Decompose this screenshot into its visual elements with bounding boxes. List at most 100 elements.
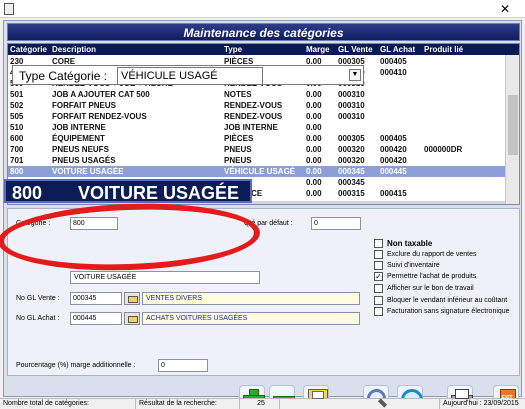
qte-label: Qté par défaut :: [244, 220, 293, 227]
exit-icon-label: EXIT: [501, 395, 513, 401]
table-cell: [380, 78, 424, 89]
gl-achat-description: ACHATS VOITURES USAGÉES: [142, 312, 360, 325]
table-cell: 000420: [380, 156, 407, 165]
table-row[interactable]: 502 FORFAIT PNEUS RENDEZ-VOUS 0.00 000310: [8, 100, 505, 111]
table-cell: 000345: [338, 167, 365, 176]
categorie-field[interactable]: 800: [70, 217, 118, 230]
chevron-down-icon[interactable]: ▼: [349, 69, 361, 81]
column-header-categorie[interactable]: Catégorie: [10, 44, 52, 55]
table-row[interactable]: 501 JOB A AJOUTER CAT 500 NOTES 0.00 000310: [8, 89, 505, 100]
table-cell: [424, 166, 504, 177]
checkbox[interactable]: [374, 296, 383, 305]
table-header: Catégorie Description Type Marge GL Vent…: [8, 44, 519, 55]
table-cell: 0.00: [306, 167, 322, 176]
table-cell: [424, 78, 504, 89]
table-cell: 0.00: [306, 156, 322, 165]
table-row[interactable]: 600 ÉQUIPEMENT PIÈCES 0.00 000305 000405: [8, 133, 505, 144]
type-categorie-dropdown[interactable]: VÉHICULE USAGÉ: [117, 67, 263, 85]
checkbox[interactable]: [374, 261, 383, 270]
scrollbar-thumb[interactable]: [508, 95, 518, 155]
table-cell: JOB A AJOUTER CAT 500: [52, 90, 150, 99]
table-cell: [424, 100, 504, 111]
table-cell: 000320: [338, 156, 365, 165]
table-cell: 000410: [380, 68, 407, 77]
vertical-scrollbar[interactable]: [505, 55, 519, 204]
table-cell: 510: [10, 123, 24, 132]
table-cell: [424, 177, 504, 188]
table-cell: [424, 56, 504, 67]
close-button[interactable]: ✕: [485, 0, 525, 18]
checkbox-label: Bloquer le vendant inférieur au coûtant: [387, 297, 508, 304]
main-window: Maintenance des catégories Catégorie Des…: [3, 20, 522, 409]
table-cell: 000405: [380, 134, 407, 143]
table-cell: [424, 188, 504, 199]
table-cell: 0.00: [306, 101, 322, 110]
table-row[interactable]: 510 JOB INTERNE JOB INTERNE 0.00: [8, 122, 505, 133]
table-cell: [424, 89, 504, 100]
table-cell: 000405: [380, 57, 407, 66]
table-cell: 700: [10, 145, 24, 154]
table-cell: JOB INTERNE: [52, 123, 106, 132]
categorie-label: Catégorie :: [16, 220, 51, 227]
table-cell: PNEUS: [224, 156, 252, 165]
table-cell: 0.00: [306, 112, 322, 121]
table-row[interactable]: 505 FORFAIT RENDEZ-VOUS RENDEZ-VOUS 0.00 000…: [8, 111, 505, 122]
table-cell: 000310: [338, 90, 365, 99]
column-header-produit-lie[interactable]: Produit lié: [424, 44, 504, 55]
table-cell: PNEUS NEUFS: [52, 145, 109, 154]
category-detail-form: Catégorie : 800 Qté par défaut : 0 VOITU…: [7, 208, 520, 376]
table-cell: [424, 111, 504, 122]
checkbox-label: Non taxable: [387, 239, 433, 248]
table-cell: 000000DR: [424, 145, 463, 154]
table-cell: NOTES: [224, 90, 252, 99]
table-row[interactable]: 800 VOITURE USAGÉE VÉHICULE USAGÉ 0.00 00034…: [8, 166, 505, 177]
table-cell: [424, 122, 504, 133]
app-icon: [4, 3, 14, 15]
table-cell: [424, 155, 504, 166]
table-cell: 600: [10, 134, 24, 143]
table-cell: 000415: [380, 189, 407, 198]
table-cell: 0.00: [306, 123, 322, 132]
table-cell: FORFAIT RENDEZ-VOUS: [52, 112, 147, 121]
table-cell: 502: [10, 101, 24, 110]
table-cell: PIÈCES: [224, 134, 254, 143]
table-row[interactable]: 701 PNEUS USAGÉS PNEUS 0.00 000320 000420: [8, 155, 505, 166]
table-cell: 000310: [338, 112, 365, 121]
table-cell: 501: [10, 90, 24, 99]
checkbox-label: Permettre l'achat de produits: [387, 273, 477, 280]
checkbox[interactable]: [374, 284, 383, 293]
table-cell: 0.00: [306, 90, 322, 99]
table-cell: 000445: [380, 167, 407, 176]
table-row[interactable]: 700 PNEUS NEUFS PNEUS 0.00 000320 000420 00000…: [8, 144, 505, 155]
checkbox[interactable]: [374, 250, 383, 259]
column-header-type[interactable]: Type: [224, 44, 304, 55]
column-header-description[interactable]: Description: [52, 44, 222, 55]
table-cell: [424, 133, 504, 144]
pourcentage-field[interactable]: 0: [158, 359, 208, 372]
description-field[interactable]: VOITURE USAGÉE: [70, 271, 260, 284]
gl-vente-browse-button[interactable]: [124, 292, 140, 305]
table-cell: 701: [10, 156, 24, 165]
table-cell: JOB INTERNE: [224, 123, 278, 132]
column-header-gl-achat[interactable]: GL Achat: [380, 44, 424, 55]
table-cell: 0.00: [306, 178, 322, 187]
table-cell: PNEUS: [224, 145, 252, 154]
table-cell: VOITURE USAGÉE: [52, 167, 124, 176]
table-cell: 000345: [338, 178, 365, 187]
checkbox-label: Afficher sur le bon de travail: [387, 285, 474, 292]
qte-field[interactable]: 0: [311, 217, 361, 230]
type-categorie-label: Type Catégorie :: [19, 69, 108, 83]
checkbox[interactable]: ✓: [374, 272, 383, 281]
checkbox[interactable]: [374, 307, 383, 316]
pourcentage-label: Pourcentage (%) marge additionnelle :: [16, 362, 136, 369]
gl-achat-browse-button[interactable]: [124, 312, 140, 325]
table-cell: PNEUS USAGÉS: [52, 156, 116, 165]
checkbox[interactable]: [374, 239, 383, 248]
page-title: Maintenance des catégories: [7, 23, 520, 41]
column-header-marge[interactable]: Marge: [306, 44, 338, 55]
column-header-gl-vente[interactable]: GL Vente: [338, 44, 380, 55]
gl-vente-label: No GL Vente :: [16, 295, 60, 302]
table-cell: [424, 67, 504, 78]
gl-vente-field[interactable]: 000345: [70, 292, 122, 305]
gl-achat-field[interactable]: 000445: [70, 312, 122, 325]
